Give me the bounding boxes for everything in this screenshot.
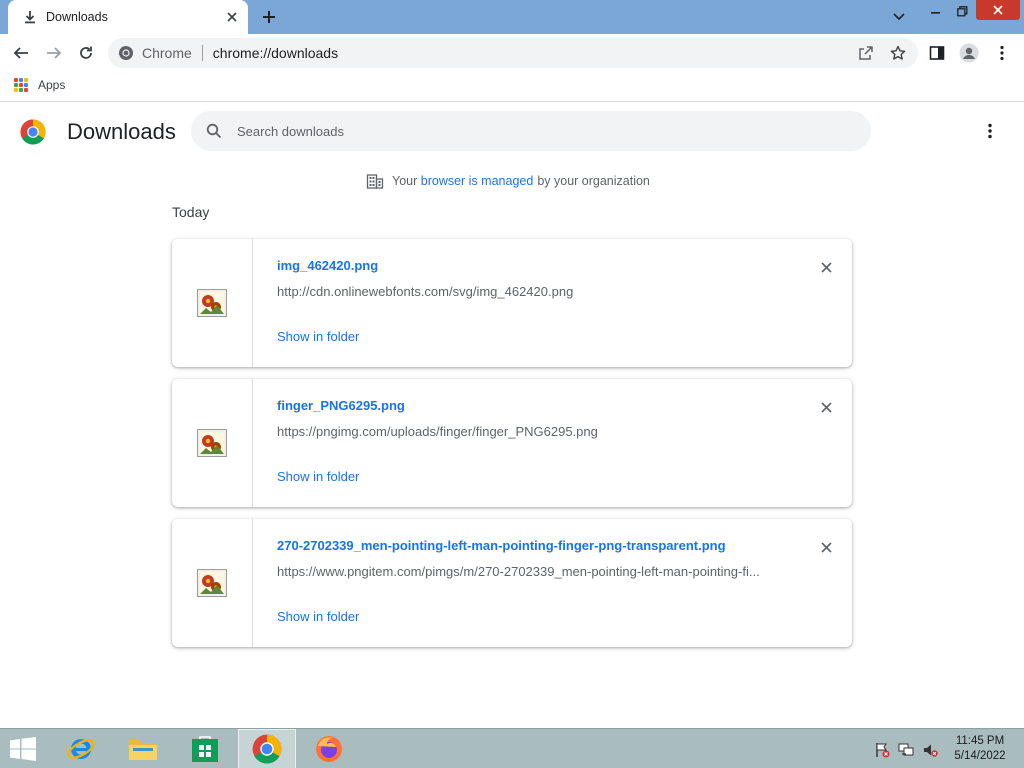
taskbar-file-explorer[interactable] <box>114 729 172 768</box>
bookmarks-bar: Apps <box>0 72 1024 102</box>
search-icon <box>205 122 223 140</box>
chrome-logo-icon <box>20 119 46 145</box>
file-source-url: https://www.pngitem.com/pimgs/m/270-2702… <box>277 564 760 579</box>
browser-toolbar: Chrome chrome://downloads <box>0 34 1024 72</box>
downloads-more-actions-icon[interactable] <box>980 121 1000 141</box>
taskbar-store[interactable] <box>176 729 234 768</box>
file-name-link[interactable]: img_462420.png <box>277 258 378 273</box>
system-clock[interactable]: 11:45 PM 5/14/2022 <box>944 734 1016 764</box>
show-in-folder-link[interactable]: Show in folder <box>277 329 359 344</box>
apps-label: Apps <box>38 78 66 92</box>
back-arrow-icon[interactable] <box>10 42 32 64</box>
file-icon-column <box>172 519 253 647</box>
new-tab-button[interactable] <box>258 6 280 28</box>
apps-grid-icon <box>14 78 28 92</box>
close-icon[interactable] <box>817 398 835 416</box>
download-item: img_462420.png http://cdn.onlinewebfonts… <box>172 239 852 367</box>
network-icon[interactable] <box>897 741 915 759</box>
apps-shortcut[interactable]: Apps <box>14 78 65 92</box>
firefox-icon <box>316 736 342 762</box>
site-chip-label: Chrome <box>142 45 192 61</box>
tab-title: Downloads <box>46 10 108 24</box>
taskbar: 11:45 PM 5/14/2022 <box>0 728 1024 768</box>
action-center-flag-icon[interactable] <box>873 741 891 759</box>
forward-arrow-icon[interactable] <box>43 42 65 64</box>
close-icon[interactable] <box>817 258 835 276</box>
clock-time: 11:45 PM <box>955 735 1005 747</box>
show-in-folder-link[interactable]: Show in folder <box>277 609 359 624</box>
downloads-header: Downloads <box>0 103 1024 159</box>
page-title: Downloads <box>67 119 176 144</box>
file-icon-column <box>172 379 253 507</box>
download-item: 270-2702339_men-pointing-left-man-pointi… <box>172 519 852 647</box>
chrome-icon <box>252 734 282 764</box>
managed-prefix: Your <box>392 174 418 188</box>
url-text[interactable]: chrome://downloads <box>213 45 338 61</box>
taskbar-chrome[interactable] <box>238 729 296 768</box>
managed-suffix: by your organization <box>537 174 650 188</box>
section-date-heading: Today <box>172 204 210 220</box>
image-file-icon <box>197 569 227 597</box>
close-icon[interactable] <box>817 538 835 556</box>
side-panel-icon[interactable] <box>926 42 948 64</box>
share-icon[interactable] <box>858 45 874 61</box>
tab-close-icon[interactable] <box>224 9 240 25</box>
image-file-icon <box>197 289 227 317</box>
bookmark-star-icon[interactable] <box>890 45 906 61</box>
image-file-icon <box>197 429 227 457</box>
download-icon <box>22 9 38 25</box>
file-name-link[interactable]: 270-2702339_men-pointing-left-man-pointi… <box>277 538 726 553</box>
store-icon <box>192 736 218 762</box>
reload-icon[interactable] <box>75 42 97 64</box>
chrome-site-icon <box>118 45 134 61</box>
managed-notice: Your browser is managed by your organizat… <box>366 172 650 190</box>
folder-icon <box>129 740 157 760</box>
kebab-menu-icon[interactable] <box>991 42 1013 64</box>
tab-search-chevron-down-icon[interactable] <box>888 6 910 28</box>
managed-link[interactable]: browser is managed <box>421 174 534 188</box>
tab-strip: Downloads <box>0 0 1024 34</box>
internet-explorer-icon <box>67 739 95 759</box>
show-in-folder-link[interactable]: Show in folder <box>277 469 359 484</box>
file-name-link[interactable]: finger_PNG6295.png <box>277 398 405 413</box>
close-window-icon[interactable] <box>976 0 1020 20</box>
omnibox-divider <box>201 45 203 61</box>
tab-downloads[interactable]: Downloads <box>8 0 248 34</box>
clock-date: 5/14/2022 <box>954 750 1006 762</box>
address-bar[interactable]: Chrome chrome://downloads <box>108 38 918 68</box>
download-item: finger_PNG6295.png https://pngimg.com/up… <box>172 379 852 507</box>
taskbar-firefox[interactable] <box>300 729 358 768</box>
restore-window-icon[interactable] <box>952 0 972 22</box>
file-source-url: https://pngimg.com/uploads/finger/finger… <box>277 424 598 439</box>
profile-icon[interactable] <box>958 42 980 64</box>
file-source-url: http://cdn.onlinewebfonts.com/svg/img_46… <box>277 284 574 299</box>
taskbar-internet-explorer[interactable] <box>52 729 110 768</box>
windows-start-icon[interactable] <box>8 737 38 761</box>
building-icon <box>366 174 384 189</box>
search-downloads-box[interactable] <box>191 111 871 151</box>
volume-muted-icon[interactable] <box>921 741 939 759</box>
minimize-icon[interactable] <box>926 0 946 22</box>
file-icon-column <box>172 239 253 367</box>
search-input[interactable] <box>237 123 837 139</box>
